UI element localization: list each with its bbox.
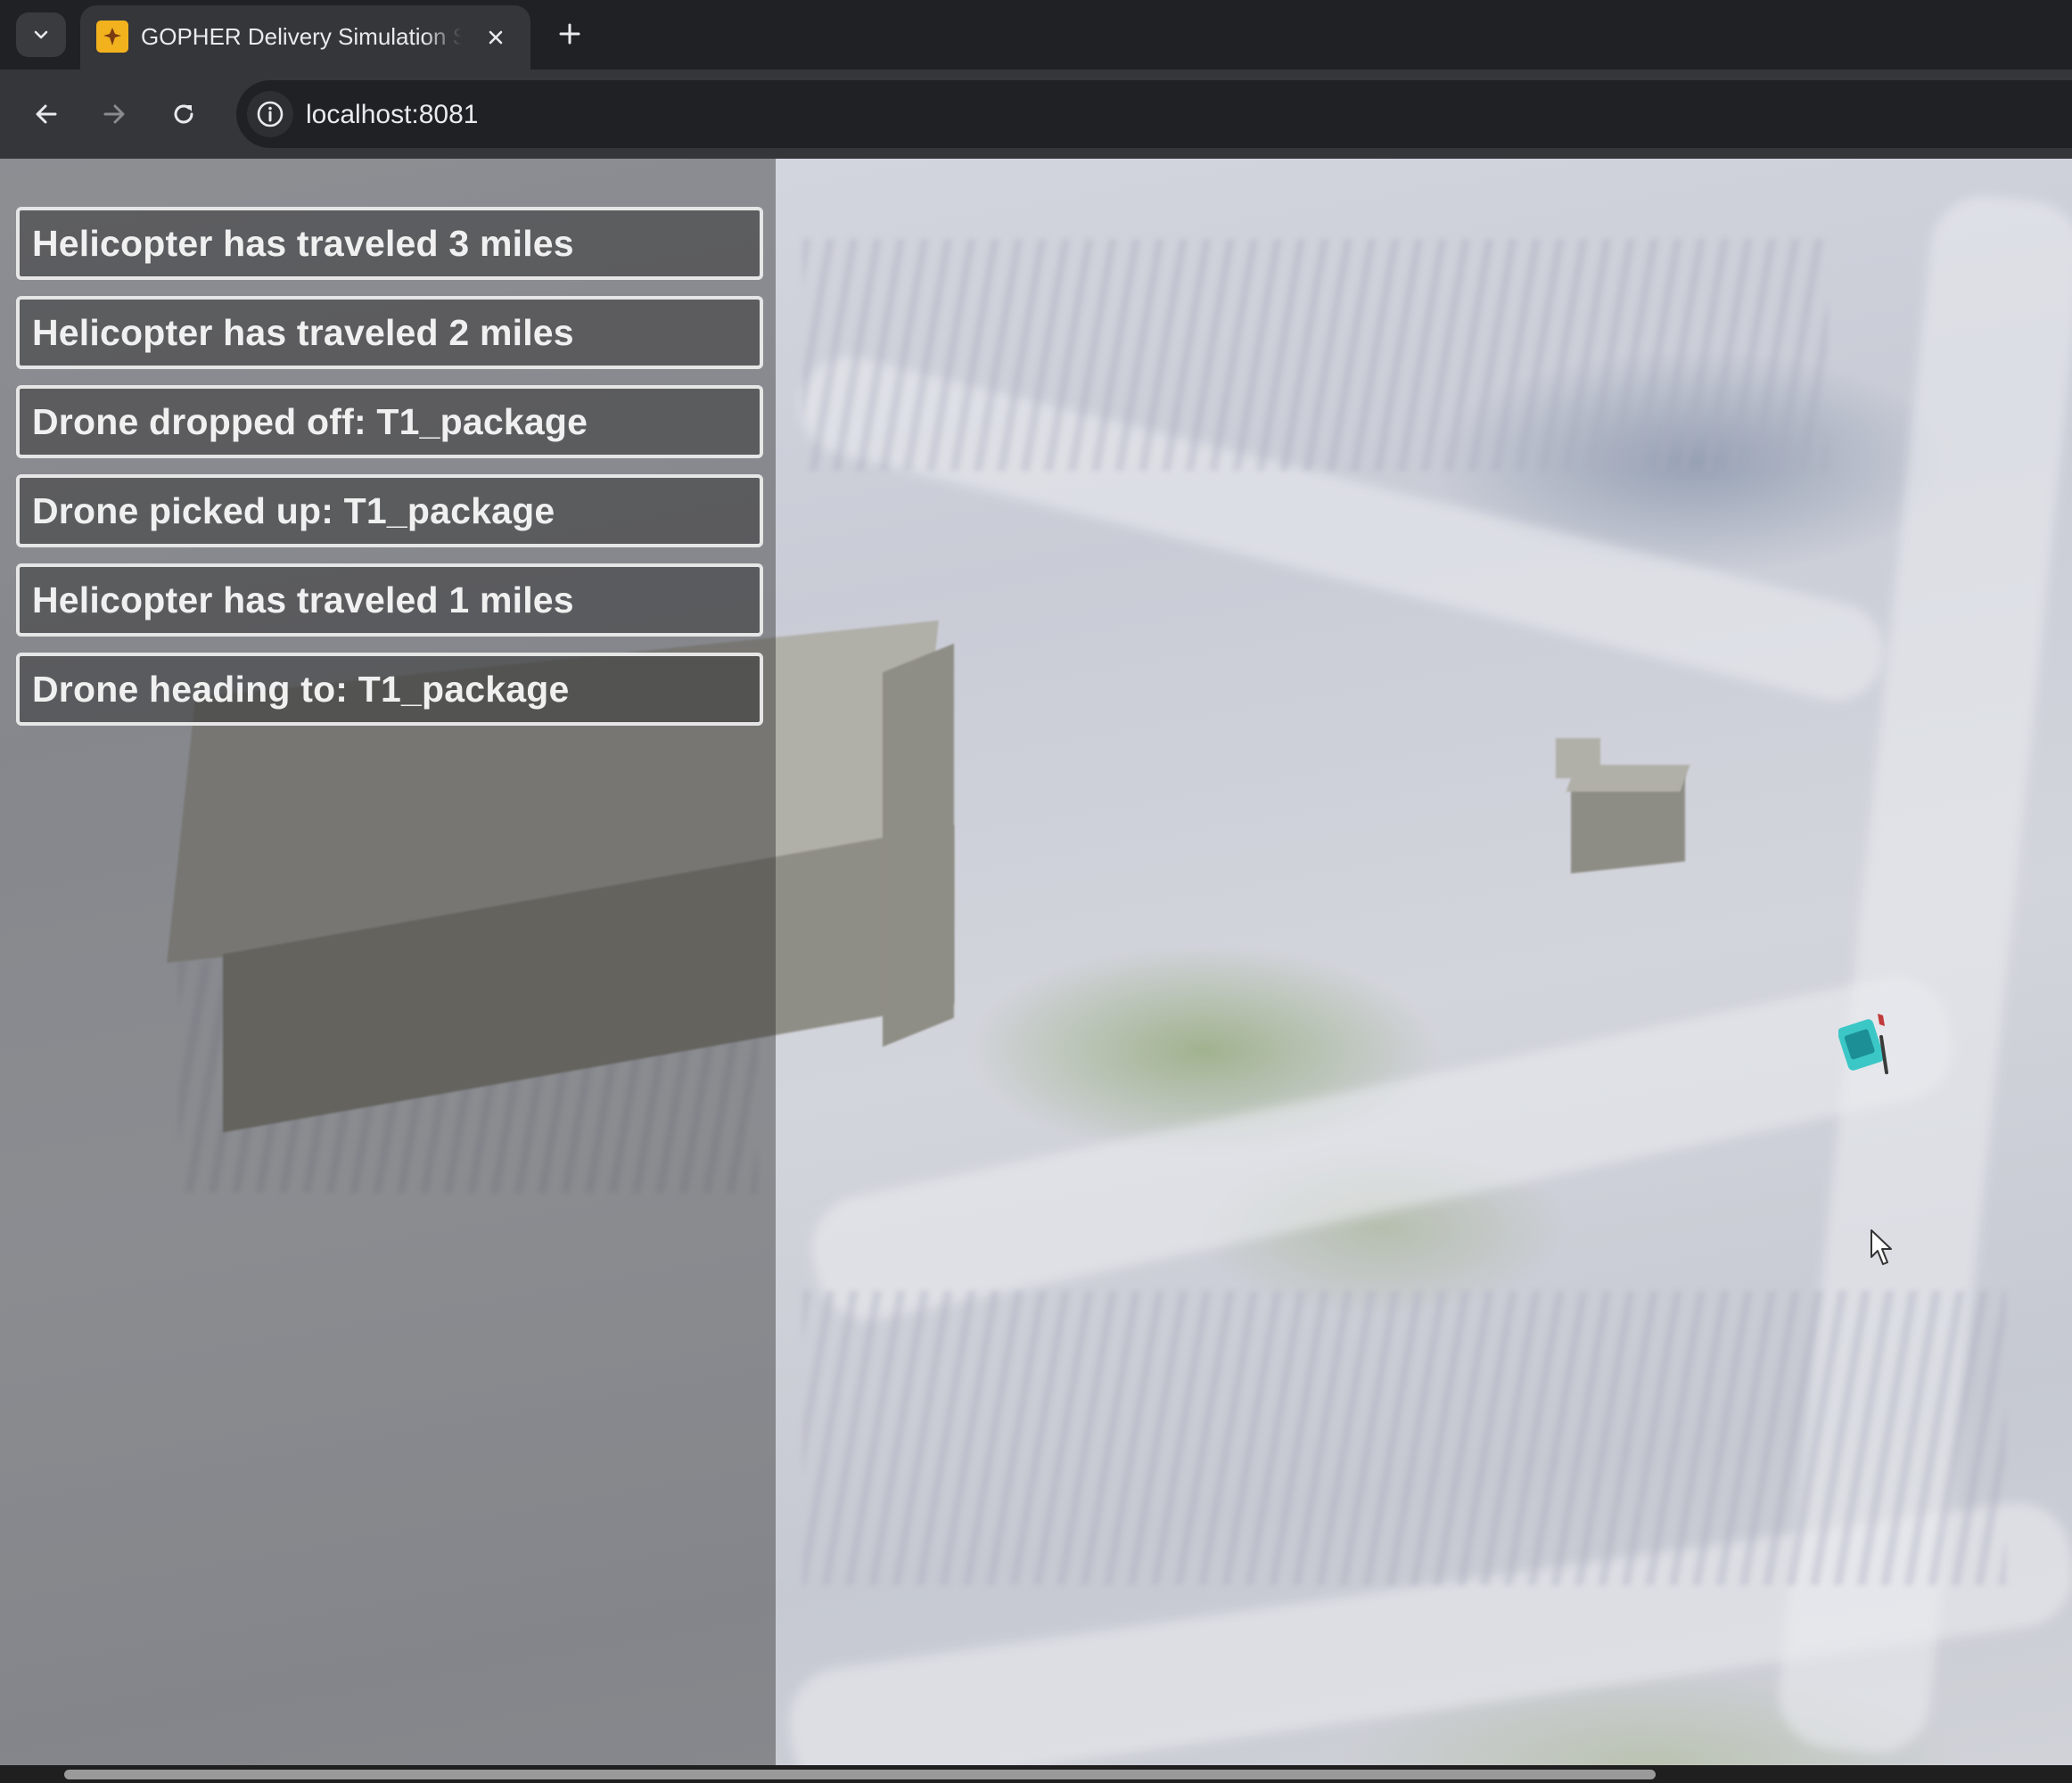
gopher-logo-icon bbox=[96, 21, 128, 53]
new-tab-button[interactable] bbox=[548, 12, 591, 55]
parking-lot bbox=[802, 1291, 2006, 1585]
back-button[interactable] bbox=[23, 91, 70, 137]
tab-title: GOPHER Delivery Simulation Sy bbox=[141, 23, 462, 50]
info-icon bbox=[257, 101, 284, 127]
mouse-cursor-icon bbox=[1871, 1229, 1892, 1265]
plus-icon bbox=[559, 23, 580, 45]
tab-strip: GOPHER Delivery Simulation Sy bbox=[0, 0, 2072, 70]
building bbox=[883, 643, 954, 1048]
forward-button[interactable] bbox=[91, 91, 137, 137]
log-entry: Drone picked up: T1_package bbox=[16, 474, 763, 547]
simulation-viewport[interactable]: Helicopter has traveled 3 miles Helicopt… bbox=[0, 159, 2072, 1765]
close-icon bbox=[489, 30, 503, 45]
log-entry: Drone heading to: T1_package bbox=[16, 653, 763, 726]
drone-model bbox=[1838, 1014, 1888, 1074]
browser-tab[interactable]: GOPHER Delivery Simulation Sy bbox=[80, 5, 530, 70]
road bbox=[802, 966, 1962, 1330]
tab-search-button[interactable] bbox=[16, 12, 66, 57]
chevron-down-icon bbox=[34, 30, 48, 39]
log-entry: Helicopter has traveled 3 miles bbox=[16, 207, 763, 280]
url-text: localhost:8081 bbox=[306, 100, 479, 129]
reload-icon bbox=[174, 104, 193, 124]
horizontal-scrollbar[interactable] bbox=[0, 1765, 2072, 1783]
log-entry: Helicopter has traveled 1 miles bbox=[16, 563, 763, 637]
log-entry: Drone dropped off: T1_package bbox=[16, 385, 763, 458]
site-info-button[interactable] bbox=[247, 91, 293, 137]
back-arrow-icon bbox=[36, 104, 57, 124]
close-tab-button[interactable] bbox=[481, 23, 510, 52]
forward-arrow-icon bbox=[103, 104, 125, 124]
browser-toolbar: localhost:8081 bbox=[0, 70, 2072, 159]
address-bar[interactable]: localhost:8081 bbox=[236, 80, 2072, 148]
log-entry: Helicopter has traveled 2 miles bbox=[16, 296, 763, 369]
small-building bbox=[1566, 765, 1690, 792]
parking-lot bbox=[802, 239, 1828, 471]
reload-button[interactable] bbox=[160, 91, 207, 137]
notification-log: Helicopter has traveled 3 miles Helicopt… bbox=[16, 207, 763, 742]
scrollbar-thumb[interactable] bbox=[64, 1770, 1656, 1779]
